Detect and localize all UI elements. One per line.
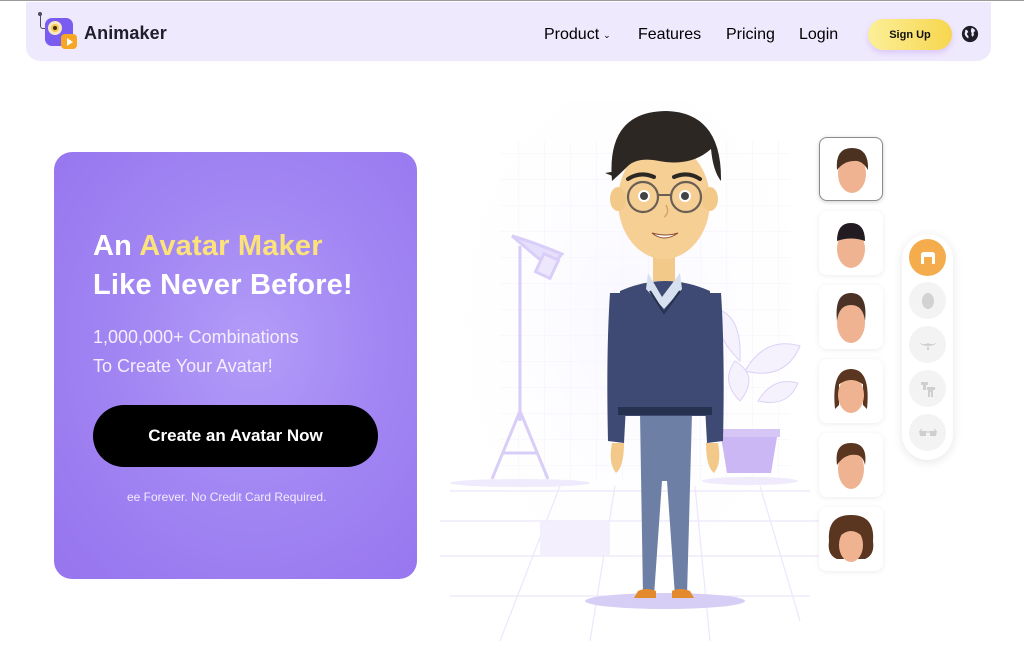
sign-up-button[interactable]: Sign Up (868, 19, 952, 50)
category-hair[interactable] (909, 239, 946, 276)
hair-option[interactable] (819, 137, 883, 201)
brand-name: Animaker (84, 22, 167, 43)
hair-quiff-icon (836, 293, 866, 343)
category-facial-hair[interactable] (909, 326, 946, 363)
hair-icon (920, 251, 935, 264)
hair-option[interactable] (819, 359, 883, 423)
brand-logo[interactable]: Animaker (38, 12, 167, 51)
hero-card: An Avatar Maker Like Never Before! 1,000… (54, 152, 417, 579)
category-rail (902, 234, 953, 460)
navbar: Animaker Product ⌄ Features Pricing Login… (26, 2, 991, 61)
hair-option[interactable] (819, 285, 883, 349)
create-avatar-button[interactable]: Create an Avatar Now (93, 405, 378, 467)
category-glasses[interactable] (909, 414, 946, 451)
hair-short-crop-icon (837, 223, 865, 268)
free-forever-note: ee Forever. No Credit Card Required. (127, 490, 327, 504)
hair-option[interactable] (819, 433, 883, 497)
hair-side-part-icon (836, 443, 866, 489)
nav-pricing[interactable]: Pricing (726, 26, 775, 44)
globe-icon[interactable] (961, 25, 979, 43)
nav-features[interactable]: Features (638, 26, 701, 44)
category-face[interactable] (909, 282, 946, 319)
hero-title-highlight: Avatar Maker (139, 230, 323, 262)
hair-messy-fringe-icon (836, 148, 869, 193)
category-outfit[interactable] (909, 370, 946, 407)
nav-product-label: Product (544, 26, 600, 43)
hero-subtitle-line2: To Create Your Avatar! (93, 356, 273, 376)
avatar-illustration (440, 101, 820, 651)
hero-title-line2: Like Never Before! (93, 269, 353, 301)
hair-option[interactable] (819, 211, 883, 275)
nav-product[interactable]: Product ⌄ (544, 26, 611, 44)
hero-subtitle: 1,000,000+ Combinations To Create Your A… (93, 323, 299, 381)
avatar-shadow (585, 593, 745, 609)
face-icon (921, 292, 934, 309)
hero-title-prefix: An (93, 230, 140, 262)
hero-subtitle-line1: 1,000,000+ Combinations (93, 327, 299, 347)
chevron-down-icon: ⌄ (603, 30, 611, 40)
nav-login[interactable]: Login (799, 26, 838, 44)
hair-option[interactable] (819, 507, 883, 571)
mustache-icon (918, 341, 937, 350)
glasses-icon (918, 428, 937, 436)
hair-mullet-icon (834, 369, 868, 413)
hero-title: An Avatar Maker Like Never Before! (93, 227, 353, 305)
animaker-logo-icon (38, 12, 78, 51)
outfit-icon (920, 381, 935, 397)
hair-curly-icon (828, 515, 874, 562)
